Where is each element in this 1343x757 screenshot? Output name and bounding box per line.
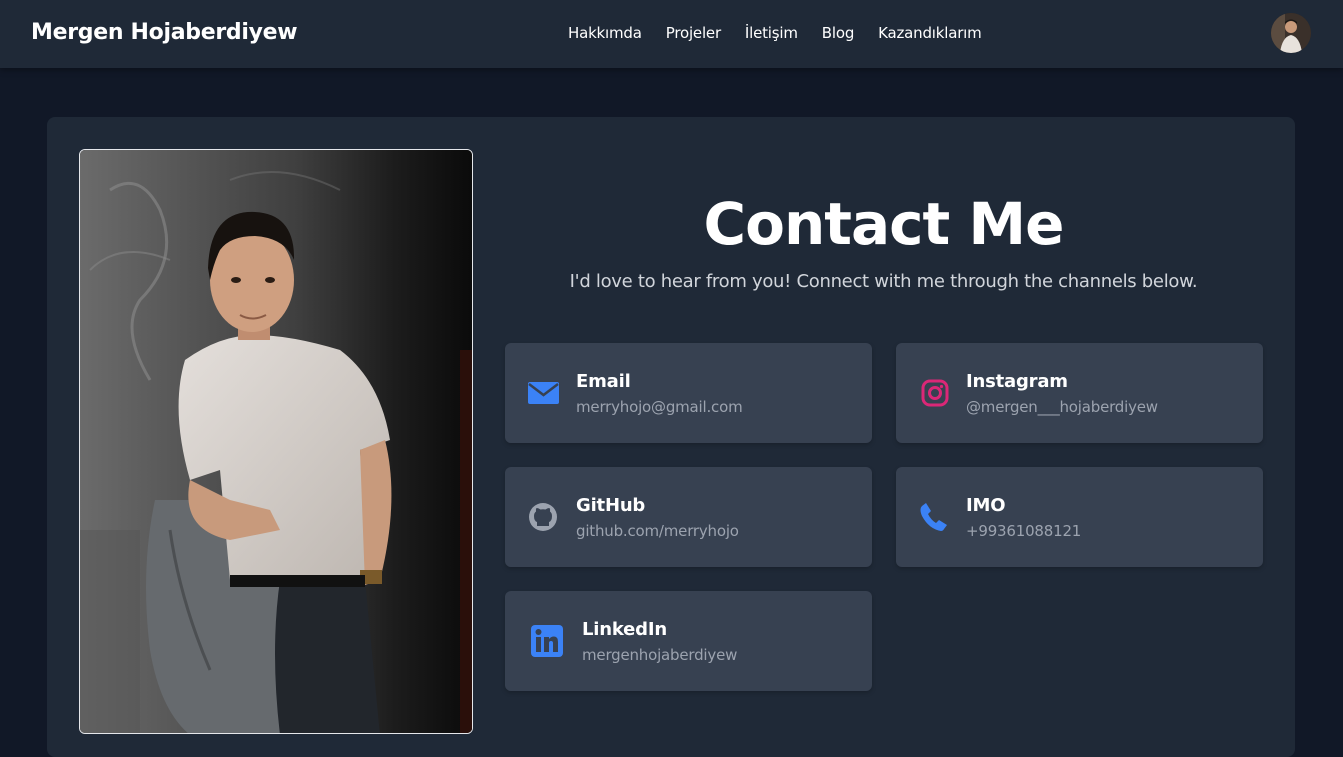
contact-value[interactable]: +99361088121 — [966, 522, 1081, 540]
contact-value[interactable]: @mergen___hojaberdiyew — [966, 398, 1158, 416]
contact-card-instagram[interactable]: Instagram @mergen___hojaberdiyew — [896, 343, 1263, 443]
contact-card-linkedin[interactable]: LinkedIn mergenhojaberdiyew — [505, 591, 872, 691]
contact-card-github[interactable]: GitHub github.com/merryhojo — [505, 467, 872, 567]
phone-icon — [919, 502, 949, 536]
main-nav: Hakkımda Projeler İletişim Blog Kazandık… — [568, 24, 982, 42]
avatar-image — [1271, 13, 1311, 53]
nav-link-achievements[interactable]: Kazandıklarım — [878, 24, 982, 42]
contact-value[interactable]: merryhojo@gmail.com — [576, 398, 743, 416]
contact-label: IMO — [966, 495, 1006, 516]
envelope-icon — [528, 380, 559, 410]
contact-label: Instagram — [966, 371, 1068, 392]
nav-link-about[interactable]: Hakkımda — [568, 24, 642, 42]
nav-link-contact[interactable]: İletişim — [745, 24, 798, 42]
portrait-image — [80, 150, 472, 733]
contact-value[interactable]: mergenhojaberdiyew — [582, 646, 737, 664]
page-title: Contact Me — [703, 190, 1065, 258]
contact-label: GitHub — [576, 495, 646, 516]
contact-card-email[interactable]: Email merryhojo@gmail.com — [505, 343, 872, 443]
github-icon — [528, 502, 558, 536]
page-subtitle: I'd love to hear from you! Connect with … — [569, 271, 1198, 292]
instagram-icon — [921, 379, 949, 411]
contact-label: LinkedIn — [582, 619, 667, 640]
top-navbar: Mergen Hojaberdiyew Hakkımda Projeler İl… — [0, 0, 1343, 68]
nav-link-projects[interactable]: Projeler — [666, 24, 721, 42]
contact-card-imo[interactable]: IMO +99361088121 — [896, 467, 1263, 567]
linkedin-icon — [531, 625, 563, 661]
contact-label: Email — [576, 371, 631, 392]
contact-value[interactable]: github.com/merryhojo — [576, 522, 739, 540]
nav-link-blog[interactable]: Blog — [822, 24, 855, 42]
brand-name[interactable]: Mergen Hojaberdiyew — [31, 20, 298, 45]
profile-photo — [79, 149, 473, 734]
profile-avatar[interactable] — [1271, 13, 1311, 53]
